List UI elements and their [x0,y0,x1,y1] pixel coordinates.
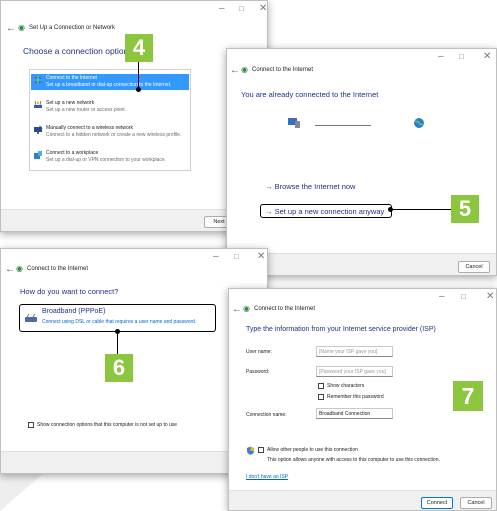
step-badge-6: 6 [105,354,133,382]
maximize-button[interactable]: □ [234,252,239,261]
computer-icon [288,118,300,128]
remember-password-label: Remember this password [327,394,384,400]
connection-line [315,125,371,126]
page-heading: Choose a connection option [23,46,129,56]
connect-button[interactable]: Connect [421,497,453,509]
close-button[interactable]: ✕ [259,3,267,14]
minimize-button[interactable]: – [219,3,225,14]
network-globe-icon: ◉ [243,304,250,313]
setup-link-text: → Set up a new connection anyway [265,207,385,216]
callout-line [391,209,451,210]
minimize-button[interactable]: – [213,251,219,262]
password-input[interactable]: [Password your ISP gave you] [316,366,393,377]
remember-password-checkbox[interactable] [318,394,324,400]
no-isp-link[interactable]: I don't have an ISP [246,474,288,480]
cancel-button[interactable]: Cancel [460,497,492,509]
network-globe-icon: ◉ [18,23,25,32]
connection-name-label: Connection name: [246,412,287,418]
step-badge-7: 7 [453,381,483,411]
show-options-checkbox[interactable] [28,422,34,428]
allow-others-desc: This option allows anyone with access to… [267,457,440,463]
callout-line [138,62,139,89]
options-list: Connect to the Internet Set up a broadban… [29,69,191,171]
option-desc: Set up a dial-up or VPN connection to yo… [46,156,167,163]
browse-internet-link[interactable]: → Browse the Internet now [265,182,355,191]
step-badge-4: 4 [125,34,153,62]
window-footer [229,490,496,510]
username-input[interactable]: [Name your ISP gave you] [316,346,393,357]
show-characters-checkbox[interactable] [318,383,324,389]
option-connect-internet[interactable]: Connect to the Internet Set up a broadban… [33,75,171,88]
back-arrow-icon[interactable]: ← [232,304,242,315]
minimize-button[interactable]: – [438,51,444,62]
window-title: Connect to the Internet [254,306,316,312]
network-globe-icon: ◉ [16,264,23,273]
option-manual-wireless[interactable]: Manually connect to a wireless network Co… [33,125,181,138]
globe-network-icon [34,76,42,84]
network-globe-icon: ◉ [241,65,248,74]
option-title: Broadband (PPPoE) [42,308,106,315]
page-heading: You are already connected to the Interne… [241,90,379,99]
show-options-label: Show connection options that this comput… [37,422,178,428]
cancel-button[interactable]: Cancel [458,261,490,273]
option-desc: Connect to a hidden network or create a … [46,131,182,138]
maximize-button[interactable]: □ [459,52,464,61]
page-heading: Type the information from your Internet … [246,326,436,333]
setup-new-connection-link[interactable]: → Set up a new connection anyway [260,204,392,218]
allow-others-checkbox[interactable] [258,447,264,453]
maximize-button[interactable]: □ [239,4,244,13]
globe-icon [414,118,424,128]
username-label: User name: [246,349,272,355]
window-title: Connect to the Internet [27,266,89,272]
close-button[interactable]: ✕ [257,251,265,262]
wireless-monitor-icon [34,125,43,134]
already-connected-window: – □ ✕ ← ◉ Connect to the Internet You ar… [226,48,497,276]
callout-dot [388,207,393,212]
modem-icon [25,314,37,322]
back-arrow-icon[interactable]: ← [5,264,15,275]
back-arrow-icon[interactable]: ← [230,65,240,76]
callout-line [117,332,118,354]
window-title: Connect to the Internet [252,67,314,73]
option-workplace[interactable]: Connect to a workplace Set up a dial-up o… [33,150,166,163]
password-label: Password: [246,369,270,375]
tutorial-stage: – □ ✕ ← ◉ Set Up a Connection or Network… [0,0,497,511]
close-button[interactable]: ✕ [483,51,491,62]
broadband-pppoe-option[interactable]: Broadband (PPPoE) Connect using DSL or c… [19,304,216,332]
connection-name-input[interactable]: Broadband Connection [316,408,393,419]
minimize-button[interactable]: – [439,291,445,302]
router-icon [34,100,42,108]
back-arrow-icon[interactable]: ← [6,23,16,34]
page-heading: How do you want to connect? [20,287,119,296]
option-desc: Set up a broadband or dial-up connection… [46,81,172,88]
maximize-button[interactable]: □ [461,292,466,301]
step-badge-5: 5 [451,195,479,223]
allow-others-label: Allow other people to use this connectio… [267,447,358,453]
option-new-network[interactable]: Set up a new network Set up a new router … [33,100,126,113]
show-characters-label: Show characters [327,383,365,389]
close-button[interactable]: ✕ [486,291,494,302]
shield-icon [247,446,254,455]
callout-dot [136,87,141,92]
workplace-icon [34,151,42,159]
window-title: Set Up a Connection or Network [29,25,116,31]
option-desc: Set up a new router or access point. [46,106,127,113]
option-desc: Connect using DSL or cable that requires… [42,319,197,325]
